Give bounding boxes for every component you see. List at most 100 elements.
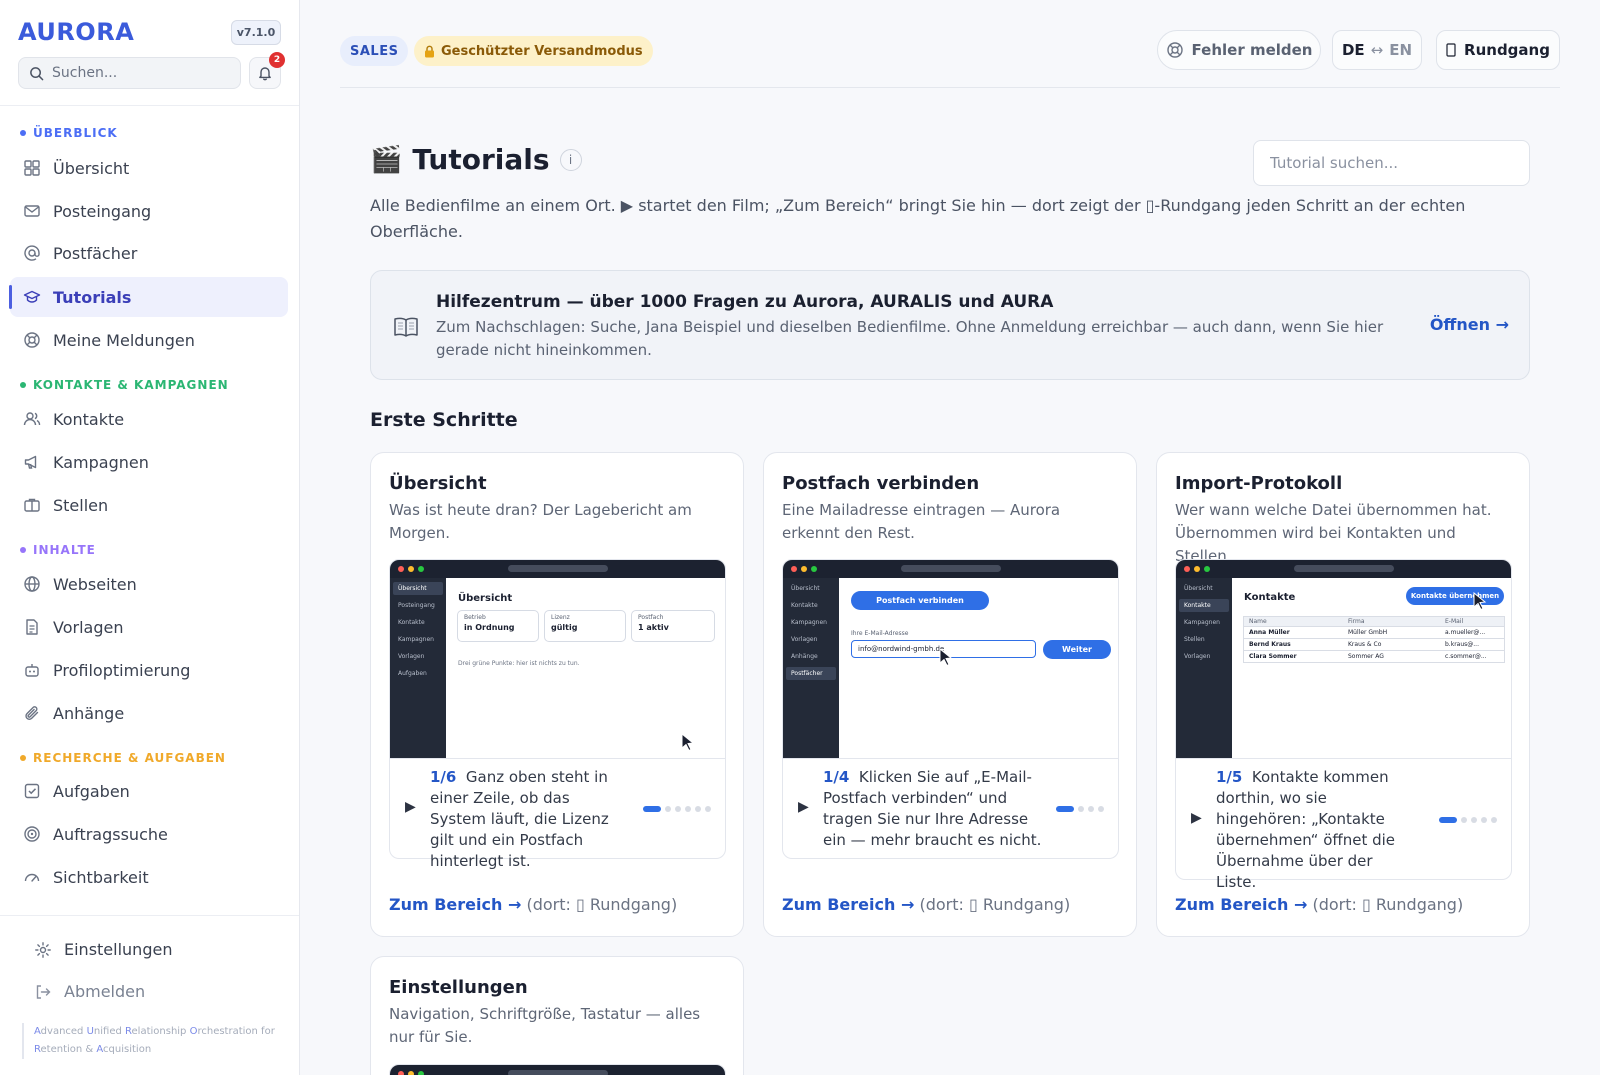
- step-counter: 1/6: [430, 768, 457, 786]
- card-title: Import-Protokoll: [1175, 473, 1343, 494]
- progress-dot[interactable]: [1461, 817, 1467, 823]
- card-area-link[interactable]: Zum Bereich → (dort: ▯ Rundgang): [389, 895, 677, 914]
- notification-count-badge: 2: [269, 52, 285, 68]
- settings-label: Einstellungen: [64, 940, 173, 959]
- lifebuoy-icon: [1166, 42, 1183, 58]
- sidebar-item-label: Tutorials: [53, 287, 132, 307]
- report-error-button[interactable]: Fehler melden: [1157, 30, 1321, 70]
- logout-link[interactable]: Abmelden: [34, 982, 145, 1001]
- preview-cell: a.mueller@...: [1445, 629, 1486, 636]
- progress-dot-active[interactable]: [1439, 817, 1457, 823]
- users-icon: [23, 412, 41, 426]
- progress-dot[interactable]: [705, 806, 711, 812]
- sidebar-item-uebersicht[interactable]: Übersicht: [10, 148, 288, 188]
- preview-tile-value: in Ordnung: [464, 623, 515, 632]
- step-progress-dots: [1056, 806, 1104, 812]
- sidebar-item-meine-meldungen[interactable]: Meine Meldungen: [10, 320, 288, 360]
- preview-url-bar: [1294, 565, 1394, 572]
- progress-dot[interactable]: [665, 806, 671, 812]
- card-description: Wer wann welche Datei übernommen hat. Üb…: [1175, 501, 1492, 565]
- step-text: 1/4 Klicken Sie auf „E-Mail-Postfach ver…: [823, 767, 1043, 851]
- tutorial-preview[interactable]: [389, 1064, 726, 1075]
- help-center-open-link[interactable]: Öffnen →: [1430, 315, 1509, 334]
- sidebar-item-vorlagen[interactable]: Vorlagen: [10, 607, 288, 647]
- progress-dot[interactable]: [685, 806, 691, 812]
- card-link-label: Zum Bereich →: [782, 895, 915, 914]
- play-button[interactable]: ▶: [405, 799, 416, 815]
- preview-cell: Müller GmbH: [1348, 629, 1388, 636]
- preview-table-row: Anna Müller Müller GmbH a.mueller@...: [1243, 627, 1505, 639]
- sidebar-item-auftragssuche[interactable]: Auftragssuche: [10, 814, 288, 854]
- card-title: Einstellungen: [389, 977, 528, 998]
- sidebar-item-kontakte[interactable]: Kontakte: [10, 399, 288, 439]
- sidebar-item-label: Kampagnen: [53, 452, 149, 472]
- progress-dot[interactable]: [1088, 806, 1094, 812]
- preview-cell: Sommer AG: [1348, 653, 1384, 660]
- lang-swap-icon: ↔: [1370, 41, 1384, 59]
- progress-dot[interactable]: [1078, 806, 1084, 812]
- sidebar-item-sichtbarkeit[interactable]: Sichtbarkeit: [10, 857, 288, 897]
- settings-link[interactable]: Einstellungen: [34, 940, 172, 959]
- report-error-label: Fehler melden: [1191, 41, 1313, 59]
- tutorial-preview[interactable]: Übersicht Kontakte Kampagnen Vorlagen An…: [782, 559, 1119, 759]
- tour-button[interactable]: Rundgang: [1436, 30, 1560, 70]
- lang-en[interactable]: EN: [1389, 41, 1412, 59]
- preview-nav-item: Vorlagen: [398, 653, 425, 660]
- sidebar-item-stellen[interactable]: Stellen: [10, 485, 288, 525]
- preview-cell: Kraus & Co: [1348, 641, 1382, 648]
- sidebar-item-aufgaben[interactable]: Aufgaben: [10, 771, 288, 811]
- preview-tile: Lizenz gültig: [544, 610, 626, 642]
- window-dot: [791, 566, 797, 572]
- sidebar-item-posteingang[interactable]: Posteingang: [10, 191, 288, 231]
- lang-de[interactable]: DE: [1342, 41, 1365, 59]
- section-label-kontakte-kampagnen: KONTAKTE & KAMPAGNEN: [20, 378, 229, 392]
- progress-dot[interactable]: [1481, 817, 1487, 823]
- preview-nav-item: Kontakte: [398, 619, 425, 626]
- sidebar-item-label: Kontakte: [53, 409, 125, 429]
- app-logo[interactable]: AURORA: [18, 18, 134, 46]
- tutorial-card-uebersicht: Übersicht Was ist heute dran? Der Lagebe…: [370, 452, 744, 937]
- sidebar-item-webseiten[interactable]: Webseiten: [10, 564, 288, 604]
- cursor-icon: [939, 648, 953, 666]
- sidebar-search[interactable]: Suchen...: [18, 57, 241, 89]
- progress-dot-active[interactable]: [643, 806, 661, 812]
- page-title: 🎬 Tutorials i: [370, 143, 582, 176]
- progress-dot[interactable]: [695, 806, 701, 812]
- progress-dot[interactable]: [675, 806, 681, 812]
- window-dot: [398, 1071, 404, 1075]
- logout-icon: [36, 984, 51, 999]
- section-label-text: INHALTE: [33, 543, 96, 557]
- preview-tile: Betrieb in Ordnung: [457, 610, 539, 642]
- progress-dot[interactable]: [1471, 817, 1477, 823]
- sidebar-item-profiloptimierung[interactable]: Profiloptimierung: [10, 650, 288, 690]
- preview-window-bar: [390, 560, 725, 578]
- tutorial-search-input[interactable]: [1253, 140, 1530, 186]
- section-label-recherche-aufgaben: RECHERCHE & AUFGABEN: [20, 751, 226, 765]
- sidebar-item-postfaecher[interactable]: Postfächer: [10, 233, 288, 273]
- preview-cell: b.kraus@...: [1445, 641, 1479, 648]
- sidebar-item-tutorials[interactable]: Tutorials: [9, 277, 288, 317]
- sidebar-item-kampagnen[interactable]: Kampagnen: [10, 442, 288, 482]
- card-area-link[interactable]: Zum Bereich → (dort: ▯ Rundgang): [1175, 895, 1463, 914]
- card-description: Navigation, Schriftgröße, Tastatur — all…: [389, 1005, 701, 1046]
- card-area-link[interactable]: Zum Bereich → (dort: ▯ Rundgang): [782, 895, 1070, 914]
- mail-icon: [24, 205, 40, 217]
- progress-dot[interactable]: [1098, 806, 1104, 812]
- progress-dot[interactable]: [1491, 817, 1497, 823]
- sidebar-item-label: Posteingang: [53, 201, 152, 221]
- tutorial-preview[interactable]: Übersicht Posteingang Kontakte Kampagnen…: [389, 559, 726, 759]
- sidebar-item-anhaenge[interactable]: Anhänge: [10, 693, 288, 733]
- progress-dot-active[interactable]: [1056, 806, 1074, 812]
- notifications-button[interactable]: 2: [249, 52, 285, 89]
- help-center-title: Hilfezentrum — über 1000 Fragen zu Auror…: [436, 292, 1054, 312]
- preview-tile: Postfach 1 aktiv: [631, 610, 715, 642]
- section-dot: [20, 547, 26, 553]
- tutorial-preview[interactable]: Übersicht Kontakte Kampagnen Stellen Vor…: [1175, 559, 1512, 759]
- play-button[interactable]: ▶: [1191, 810, 1202, 826]
- tour-icon: [1446, 43, 1456, 57]
- language-switch[interactable]: DE ↔ EN: [1332, 30, 1422, 70]
- preview-heading: Übersicht: [458, 593, 513, 604]
- info-icon[interactable]: i: [559, 148, 582, 171]
- play-button[interactable]: ▶: [798, 799, 809, 815]
- section-label-text: ÜBERBLICK: [33, 126, 118, 140]
